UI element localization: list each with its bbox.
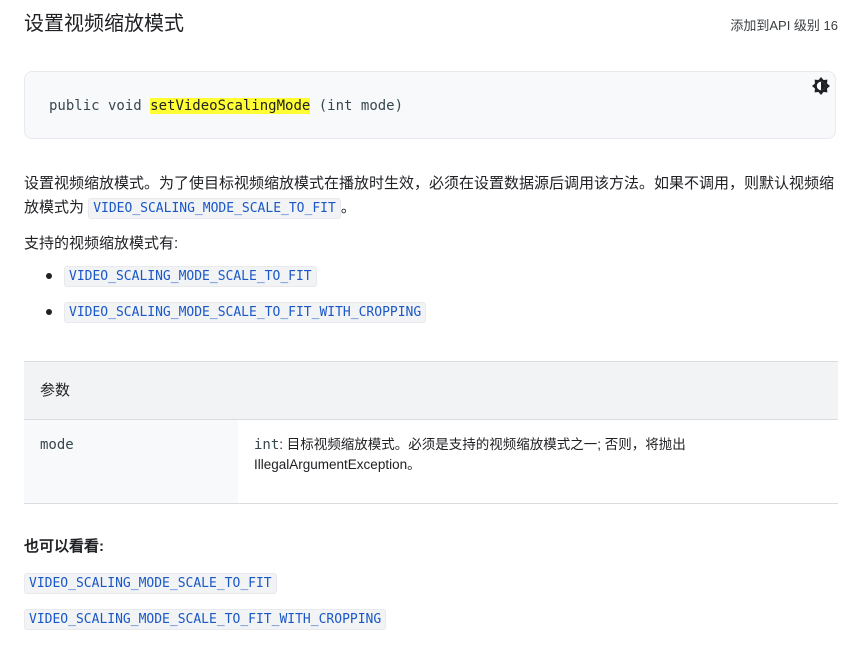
see-also-link-scale-to-fit[interactable]: VIDEO_SCALING_MODE_SCALE_TO_FIT [24,573,277,594]
supported-modes-list: VIDEO_SCALING_MODE_SCALE_TO_FIT VIDEO_SC… [24,264,427,336]
param-type: int [254,437,280,453]
param-name: mode [40,437,74,453]
parameters-table: 参数 mode int: 目标视频缩放模式。必须是支持的视频缩放模式之一; 否则… [24,361,838,504]
table-row: mode int: 目标视频缩放模式。必须是支持的视频缩放模式之一; 否则，将抛… [24,420,838,503]
list-item: VIDEO_SCALING_MODE_SCALE_TO_FIT_WITH_CRO… [24,300,427,336]
parameters-header-label: 参数 [40,382,71,399]
list-item: VIDEO_SCALING_MODE_SCALE_TO_FIT [24,264,426,300]
default-mode-link[interactable]: VIDEO_SCALING_MODE_SCALE_TO_FIT [88,198,341,219]
method-signature-box: public void setVideoScalingMode (int mod… [24,71,836,139]
method-signature: public void setVideoScalingMode (int mod… [49,96,403,116]
bullet-dot [46,309,52,315]
section-header: 设置视频缩放模式 添加到API 级别 16 [24,0,838,60]
mode-link-scale-to-fit[interactable]: VIDEO_SCALING_MODE_SCALE_TO_FIT [64,266,317,287]
param-desc-text: : 目标视频缩放模式。必须是支持的视频缩放模式之一; 否则，将抛出 Illega… [254,437,686,472]
see-also-item: VIDEO_SCALING_MODE_SCALE_TO_FIT [24,571,277,596]
section-title: 设置视频缩放模式 [24,13,184,35]
see-also-item: VIDEO_SCALING_MODE_SCALE_TO_FIT_WITH_CRO… [24,607,387,632]
description-end: 。 [340,199,356,216]
parameters-header: 参数 [24,362,838,420]
signature-suffix: (int mode) [310,98,404,114]
method-description: 设置视频缩放模式。为了使目标视频缩放模式在播放时生效，必须在设置数据源后调用该方… [24,172,836,221]
bullet-dot [46,273,52,279]
brightness-contrast-icon[interactable] [811,76,831,96]
api-doc-section: 设置视频缩放模式 添加到API 级别 16 public void setVid… [24,0,838,630]
see-also-title: 也可以看看: [24,538,104,555]
param-description: int: 目标视频缩放模式。必须是支持的视频缩放模式之一; 否则，将抛出 Ill… [254,435,724,475]
mode-link-scale-to-fit-with-cropping[interactable]: VIDEO_SCALING_MODE_SCALE_TO_FIT_WITH_CRO… [64,302,427,323]
supported-modes-label: 支持的视频缩放模式有: [24,235,179,252]
method-name: setVideoScalingMode [150,98,311,114]
param-name-cell: mode [24,420,238,503]
api-level-label: 添加到API 级别 16 [730,18,838,33]
see-also-link-scale-to-fit-with-cropping[interactable]: VIDEO_SCALING_MODE_SCALE_TO_FIT_WITH_CRO… [24,609,387,630]
signature-prefix: public void [49,98,151,114]
